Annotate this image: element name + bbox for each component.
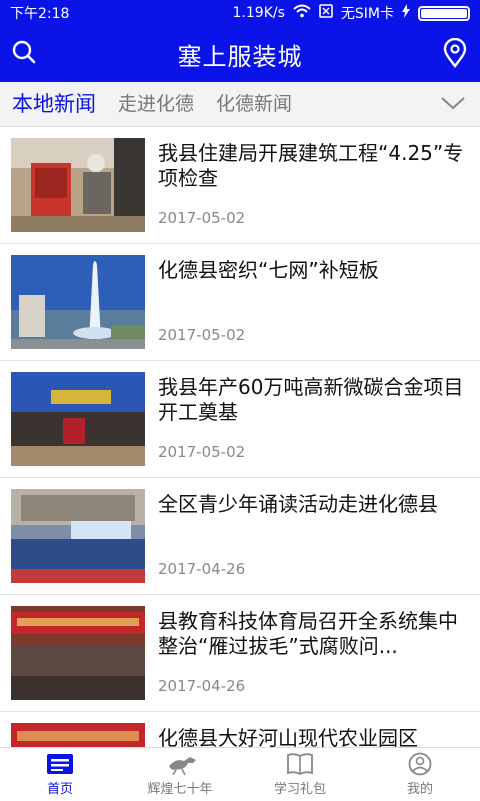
news-item[interactable]: 县教育科技体育局召开全系统集中整治“雁过拔毛”式腐败问... 2017-04-2… — [0, 595, 480, 712]
nav-study-pack[interactable]: 学习礼包 — [240, 748, 360, 801]
net-speed: 1.19K/s — [232, 5, 285, 21]
news-date: 2017-05-02 — [158, 326, 246, 344]
tab-local-news[interactable]: 本地新闻 — [12, 82, 96, 126]
news-thumbnail — [11, 255, 145, 349]
news-thumbnail — [11, 489, 145, 583]
nav-home-label: 首页 — [46, 782, 73, 797]
news-item[interactable]: 我县住建局开展建筑工程“4.25”专项检查 2017-05-02 — [0, 127, 480, 244]
news-item[interactable]: 化德县密织“七网”补短板 2017-05-02 — [0, 244, 480, 361]
chevron-down-icon[interactable] — [440, 94, 466, 112]
sim-icon — [319, 4, 333, 22]
nav-study-pack-label: 学习礼包 — [273, 782, 326, 797]
news-title: 化德县大好河山现代农业园区 — [158, 726, 418, 747]
news-thumbnail — [11, 606, 145, 700]
news-thumbnail — [11, 138, 145, 232]
charging-icon — [402, 4, 410, 22]
nav-mine[interactable]: 我的 — [360, 748, 480, 801]
news-date: 2017-05-02 — [158, 209, 246, 227]
status-bar: 下午2:18 1.19K/s 无SIM卡 — [0, 0, 480, 26]
nav-home[interactable]: 首页 — [0, 748, 120, 801]
news-tabs: 本地新闻 走进化德 化德新闻 — [0, 82, 480, 127]
book-icon — [286, 752, 314, 776]
horse-icon — [166, 752, 196, 776]
news-title: 化德县密织“七网”补短板 — [158, 258, 379, 282]
bottom-nav: 首页 辉煌七十年 学习礼包 我的 — [0, 747, 480, 801]
wifi-icon — [293, 4, 311, 22]
news-title: 我县年产60万吨高新微碳合金项目开工奠基 — [158, 375, 464, 424]
news-list: 我县住建局开展建筑工程“4.25”专项检查 2017-05-02 化德县密织“七… — [0, 127, 480, 747]
news-item[interactable]: 化德县大好河山现代农业园区 — [0, 712, 480, 747]
news-date: 2017-04-26 — [158, 560, 246, 578]
news-item[interactable]: 我县年产60万吨高新微碳合金项目开工奠基 2017-05-02 — [0, 361, 480, 478]
sim-status: 无SIM卡 — [340, 6, 394, 22]
location-pin-icon[interactable] — [442, 37, 468, 68]
news-title: 县教育科技体育局召开全系统集中整治“雁过拔毛”式腐败问... — [158, 609, 458, 658]
news-date: 2017-05-02 — [158, 443, 246, 461]
nav-seventy-years-label: 辉煌七十年 — [147, 782, 213, 797]
battery-icon — [418, 5, 470, 21]
user-icon — [406, 752, 434, 776]
news-title: 全区青少年诵读活动走进化德县 — [158, 492, 438, 516]
news-title: 我县住建局开展建筑工程“4.25”专项检查 — [158, 141, 464, 190]
news-item[interactable]: 全区青少年诵读活动走进化德县 2017-04-26 — [0, 478, 480, 595]
tab-huade-news[interactable]: 化德新闻 — [216, 82, 292, 126]
home-news-icon — [46, 752, 74, 776]
news-thumbnail — [11, 372, 145, 466]
search-icon[interactable] — [10, 38, 38, 66]
tab-enter-huade[interactable]: 走进化德 — [118, 82, 194, 126]
news-date: 2017-04-26 — [158, 677, 246, 695]
app-bar: 塞上服装城 — [0, 26, 480, 82]
app-title: 塞上服装城 — [177, 42, 303, 71]
nav-seventy-years[interactable]: 辉煌七十年 — [120, 748, 240, 801]
nav-mine-label: 我的 — [406, 782, 433, 797]
news-thumbnail — [11, 723, 145, 747]
status-time: 下午2:18 — [10, 6, 70, 22]
